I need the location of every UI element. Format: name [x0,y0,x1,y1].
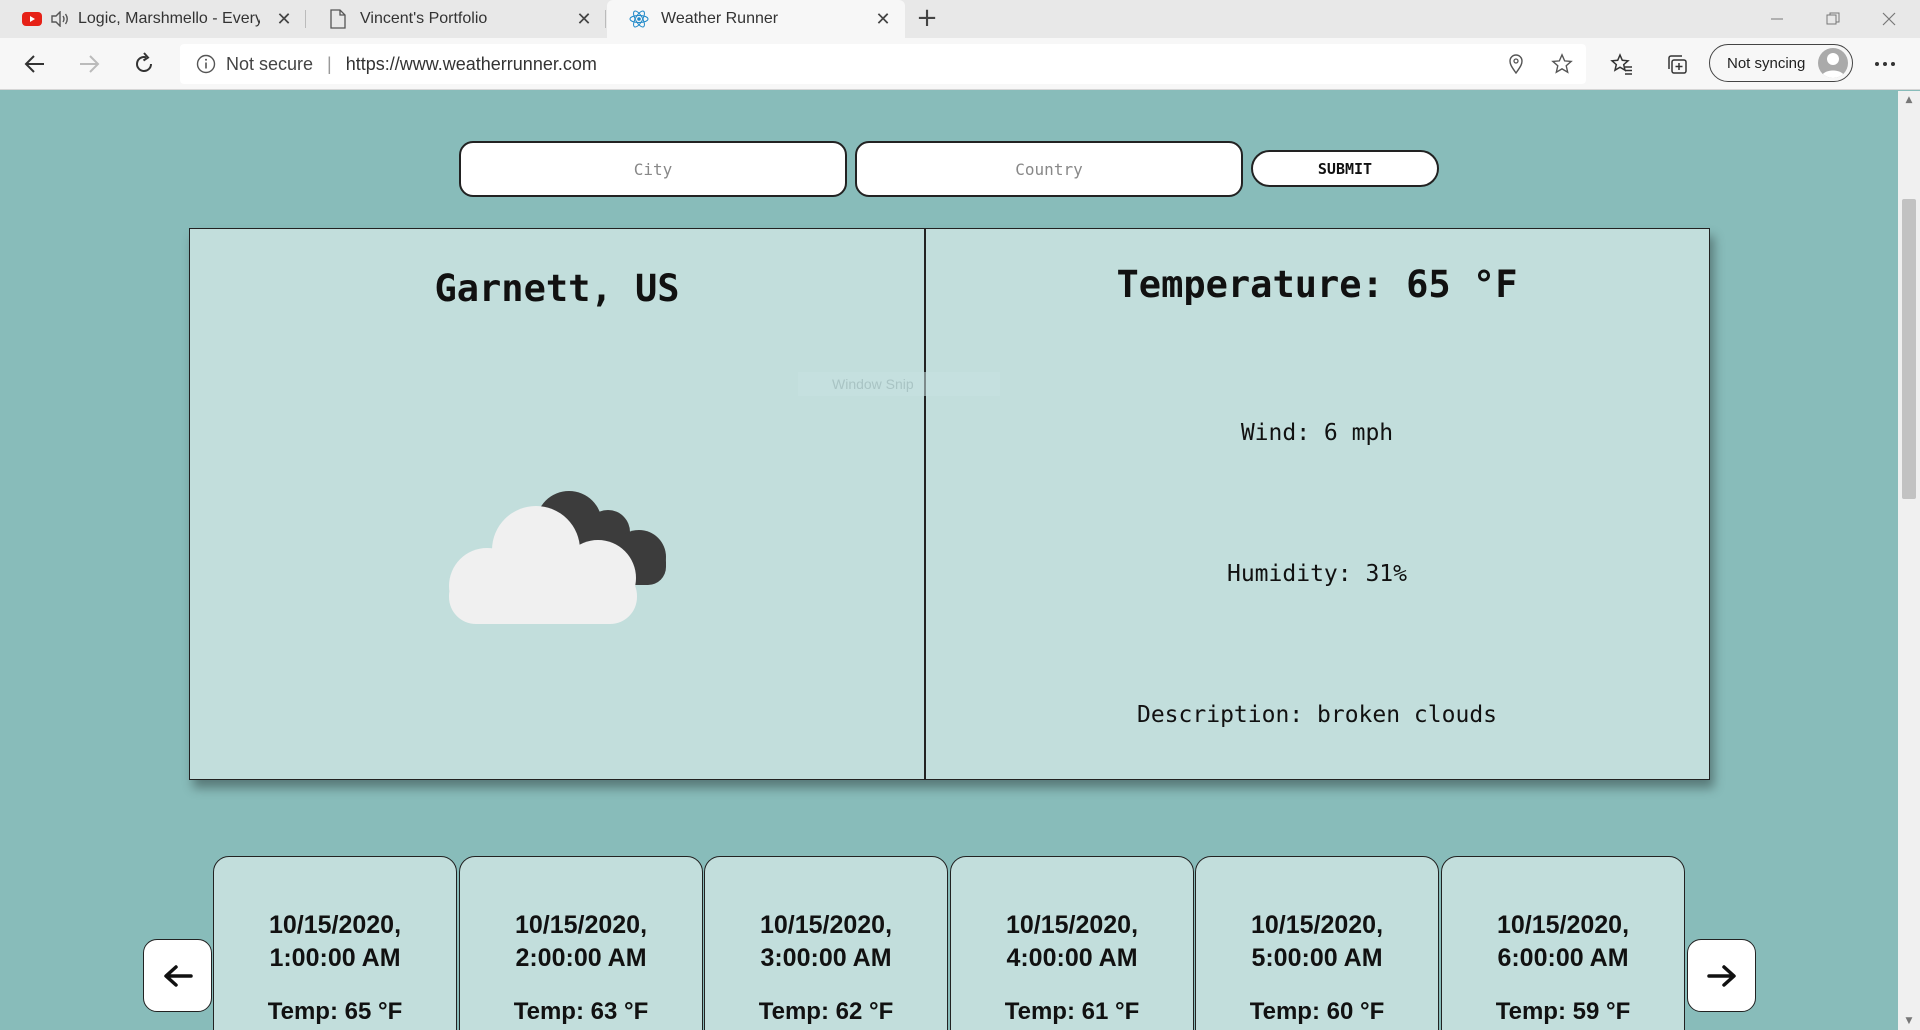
forecast-datetime: 10/15/2020, 6:00:00 AM [1442,909,1684,975]
card-divider [924,229,926,779]
more-options-icon[interactable] [1869,48,1901,80]
forecast-date: 10/15/2020, [514,911,648,939]
security-status: Not secure [226,53,314,74]
forecast-datetime: 10/15/2020, 1:00:00 AM [214,909,456,975]
refresh-icon[interactable] [128,48,160,80]
scroll-up-icon[interactable]: ▲ [1898,91,1920,109]
wind-reading: Wind: 6 mph [1240,420,1394,446]
forecast-card[interactable]: 10/15/2020, 5:00:00 AM Temp: 60 °F [1195,856,1439,1030]
react-icon [629,9,649,29]
temperature-reading: Temperature: 65 °F [1116,263,1518,306]
forecast-datetime: 10/15/2020, 2:00:00 AM [460,909,702,975]
forecast-card[interactable]: 10/15/2020, 6:00:00 AM Temp: 59 °F [1441,856,1685,1030]
page-icon [328,9,348,29]
current-weather-card: Garnett, US Temperature: 65 °F Wind: 6 m… [189,228,1710,780]
window-snip-overlay: Window Snip [798,372,1000,396]
sync-button[interactable]: Not syncing [1709,44,1853,82]
back-icon[interactable] [19,48,51,80]
collections-icon[interactable] [1661,48,1693,80]
forecast-datetime: 10/15/2020, 3:00:00 AM [705,909,947,975]
vertical-scrollbar[interactable]: ▲ ▼ [1898,91,1920,1030]
minimize-icon[interactable] [1748,0,1806,38]
forecast-time: 3:00:00 AM [760,944,892,972]
scrollbar-thumb[interactable] [1902,199,1916,499]
forecast-card[interactable]: 10/15/2020, 4:00:00 AM Temp: 61 °F [950,856,1194,1030]
location-pin-icon[interactable] [1504,52,1528,76]
forecast-date: 10/15/2020, [759,911,893,939]
forecast-time: 1:00:00 AM [269,944,401,972]
forecast-date: 10/15/2020, [1250,911,1384,939]
forecast-date: 10/15/2020, [1496,911,1630,939]
forward-icon[interactable] [73,48,105,80]
close-tab-icon[interactable]: ✕ [873,9,893,29]
forecast-time: 4:00:00 AM [1006,944,1138,972]
forecast-date: 10/15/2020, [1005,911,1139,939]
forecast-time: 6:00:00 AM [1497,944,1629,972]
address-bar[interactable]: Not secure | https://www.weatherrunner.c… [180,44,1586,84]
submit-button[interactable]: SUBMIT [1251,150,1439,187]
forecast-date: 10/15/2020, [268,911,402,939]
arrow-left-icon [163,964,193,987]
sync-label: Not syncing [1727,54,1806,72]
weather-page: SUBMIT Garnett, US Temperature: 65 [0,91,1898,1030]
forecast-card[interactable]: 10/15/2020, 2:00:00 AM Temp: 63 °F [459,856,703,1030]
location-title: Garnett, US [434,267,680,310]
tab-strip: Logic, Marshmello - Everyday ✕ Vincent's… [0,0,1920,38]
favorites-icon[interactable] [1606,48,1638,80]
humidity-reading: Humidity: 31% [1226,561,1407,587]
tab-label: Weather Runner [661,10,779,27]
forecast-datetime: 10/15/2020, 4:00:00 AM [951,909,1193,975]
forecast-temp: Temp: 62 °F [758,998,894,1025]
forecast-card[interactable]: 10/15/2020, 1:00:00 AM Temp: 65 °F [213,856,457,1030]
description-reading: Description: broken clouds [1136,702,1498,728]
info-icon[interactable] [196,54,216,74]
tab-youtube[interactable]: Logic, Marshmello - Everyday ✕ [0,0,306,38]
forecast-datetime: 10/15/2020, 5:00:00 AM [1196,909,1438,975]
tab-label: Vincent's Portfolio [360,10,488,27]
youtube-icon [22,9,42,29]
close-window-icon[interactable] [1860,0,1918,38]
forecast-time: 5:00:00 AM [1251,944,1383,972]
previous-button[interactable] [143,939,212,1012]
forecast-temp: Temp: 60 °F [1249,998,1385,1025]
close-tab-icon[interactable]: ✕ [574,9,594,29]
address-separator: | [327,53,332,74]
forecast-temp: Temp: 61 °F [1004,998,1140,1025]
favorite-star-icon[interactable] [1550,52,1574,76]
forecast-temp: Temp: 65 °F [267,998,403,1025]
tab-weather-runner[interactable]: Weather Runner ✕ [607,0,905,38]
url-text: https://www.weatherrunner.com [345,53,597,74]
close-tab-icon[interactable]: ✕ [274,9,294,29]
scroll-down-icon[interactable]: ▼ [1898,1012,1920,1030]
new-tab-button[interactable]: + [912,4,942,34]
city-input[interactable] [459,141,847,197]
tab-label: Logic, Marshmello - Everyday [78,10,260,27]
speaker-icon[interactable] [50,9,70,29]
broken-clouds-icon [442,474,674,624]
next-button[interactable] [1687,939,1756,1012]
forecast-temp: Temp: 59 °F [1495,998,1631,1025]
forecast-temp: Temp: 63 °F [513,998,649,1025]
avatar [1818,48,1848,78]
forecast-card[interactable]: 10/15/2020, 3:00:00 AM Temp: 62 °F [704,856,948,1030]
restore-icon[interactable] [1804,0,1862,38]
country-input[interactable] [855,141,1243,197]
forecast-time: 2:00:00 AM [515,944,647,972]
tab-portfolio[interactable]: Vincent's Portfolio ✕ [306,0,606,38]
arrow-right-icon [1706,964,1736,987]
browser-toolbar: Not secure | https://www.weatherrunner.c… [0,38,1920,90]
